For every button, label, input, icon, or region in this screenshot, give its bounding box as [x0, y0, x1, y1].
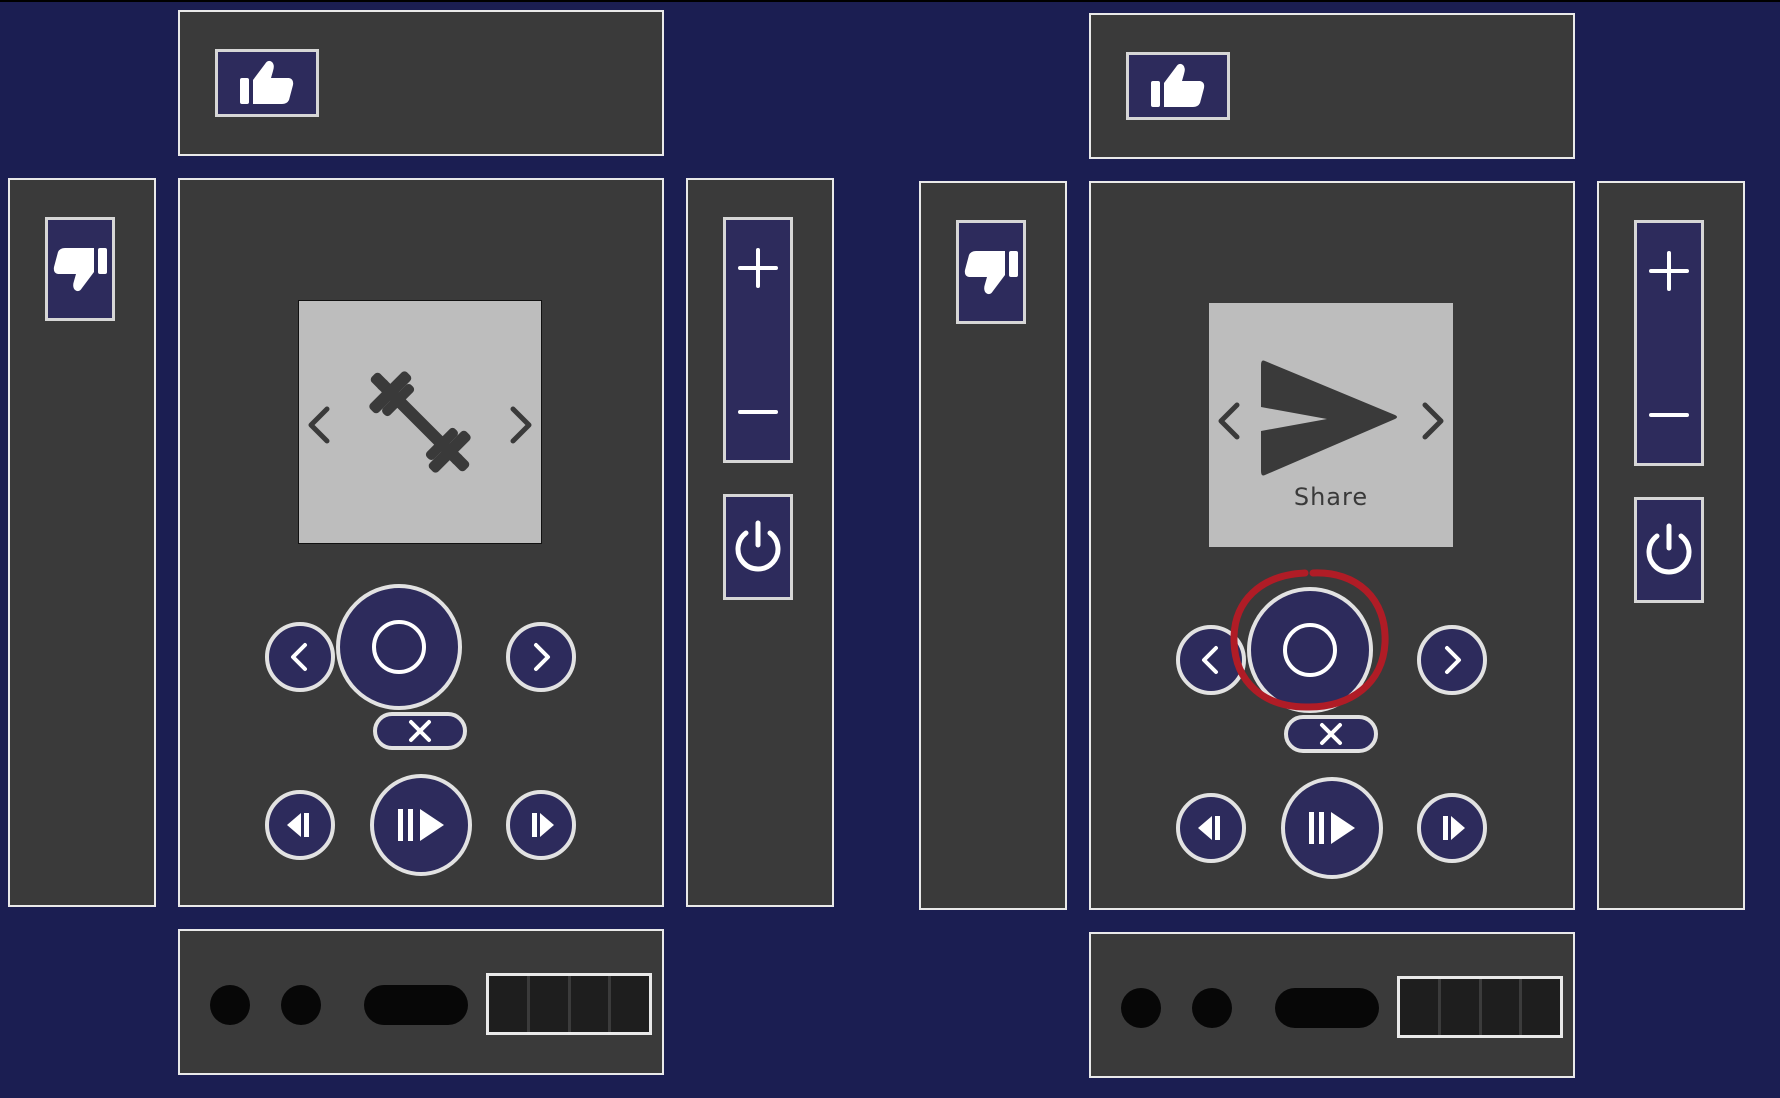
chevron-right-icon — [1435, 643, 1469, 677]
barbell-icon — [350, 352, 490, 492]
circle-icon — [1281, 621, 1339, 679]
thumbs-up-icon — [237, 58, 297, 108]
play-pause-icon — [1305, 808, 1359, 848]
play-pause-button[interactable] — [370, 774, 472, 876]
plus-icon[interactable] — [1647, 249, 1691, 293]
screen-label: Share — [1293, 483, 1369, 511]
remote-left — [0, 0, 900, 1098]
remote-right: Share — [911, 3, 1780, 1098]
bottom-panel — [1089, 932, 1575, 1078]
screen-prev-arrow[interactable] — [1215, 401, 1243, 441]
screen-next-arrow[interactable] — [507, 405, 535, 445]
bottom-panel — [178, 929, 664, 1075]
rewind-icon — [283, 808, 317, 842]
content-screen: Share — [1209, 303, 1453, 547]
keypad-cell[interactable] — [571, 976, 612, 1032]
indicator-bar — [364, 985, 468, 1025]
screen-prev-arrow[interactable] — [305, 405, 333, 445]
fast-forward-icon — [1435, 811, 1469, 845]
x-icon — [1318, 721, 1344, 747]
power-icon — [1643, 522, 1695, 578]
nav-right-button[interactable] — [506, 622, 576, 692]
indicator-dot — [1192, 988, 1232, 1028]
rewind-button[interactable] — [1176, 793, 1246, 863]
x-icon — [407, 718, 433, 744]
keypad-cell[interactable] — [1482, 979, 1523, 1035]
indicator-dot — [210, 985, 250, 1025]
keypad-cell[interactable] — [611, 976, 649, 1032]
fast-forward-icon — [524, 808, 558, 842]
send-icon — [1261, 359, 1399, 477]
dislike-button[interactable] — [45, 217, 115, 321]
power-button[interactable] — [1634, 497, 1704, 603]
top-panel — [178, 10, 664, 156]
play-pause-button[interactable] — [1281, 777, 1383, 879]
top-panel — [1089, 13, 1575, 159]
close-button[interactable] — [1284, 715, 1378, 753]
minus-icon[interactable] — [736, 390, 780, 434]
fast-forward-button[interactable] — [1417, 793, 1487, 863]
indicator-dot — [1121, 988, 1161, 1028]
volume-rocker — [723, 217, 793, 463]
nav-right-button[interactable] — [1417, 625, 1487, 695]
thumbs-up-icon — [1148, 61, 1208, 111]
power-icon — [732, 519, 784, 575]
power-button[interactable] — [723, 494, 793, 600]
keypad-cell[interactable] — [1522, 979, 1560, 1035]
play-pause-icon — [394, 805, 448, 845]
select-button[interactable] — [1247, 587, 1373, 713]
main-panel — [178, 178, 664, 907]
minus-icon[interactable] — [1647, 393, 1691, 437]
left-side-panel — [919, 181, 1067, 910]
plus-icon[interactable] — [736, 246, 780, 290]
circle-icon — [370, 618, 428, 676]
indicator-dot — [281, 985, 321, 1025]
thumbs-down-icon — [961, 247, 1021, 297]
right-side-panel — [1597, 181, 1745, 910]
rewind-icon — [1194, 811, 1228, 845]
keypad-strip[interactable] — [486, 973, 652, 1035]
dislike-button[interactable] — [956, 220, 1026, 324]
chevron-left-icon — [283, 640, 317, 674]
screen-next-arrow[interactable] — [1419, 401, 1447, 441]
chevron-left-icon — [1194, 643, 1228, 677]
right-side-panel — [686, 178, 834, 907]
nav-left-button[interactable] — [1176, 625, 1246, 695]
chevron-right-icon — [524, 640, 558, 674]
keypad-cell[interactable] — [530, 976, 571, 1032]
indicator-bar — [1275, 988, 1379, 1028]
like-button[interactable] — [1126, 52, 1230, 120]
keypad-cell[interactable] — [489, 976, 530, 1032]
keypad-strip[interactable] — [1397, 976, 1563, 1038]
nav-left-button[interactable] — [265, 622, 335, 692]
rewind-button[interactable] — [265, 790, 335, 860]
keypad-cell[interactable] — [1441, 979, 1482, 1035]
thumbs-down-icon — [50, 244, 110, 294]
volume-rocker — [1634, 220, 1704, 466]
left-side-panel — [8, 178, 156, 907]
close-button[interactable] — [373, 712, 467, 750]
content-screen — [298, 300, 542, 544]
main-panel: Share — [1089, 181, 1575, 910]
like-button[interactable] — [215, 49, 319, 117]
keypad-cell[interactable] — [1400, 979, 1441, 1035]
select-button[interactable] — [336, 584, 462, 710]
fast-forward-button[interactable] — [506, 790, 576, 860]
